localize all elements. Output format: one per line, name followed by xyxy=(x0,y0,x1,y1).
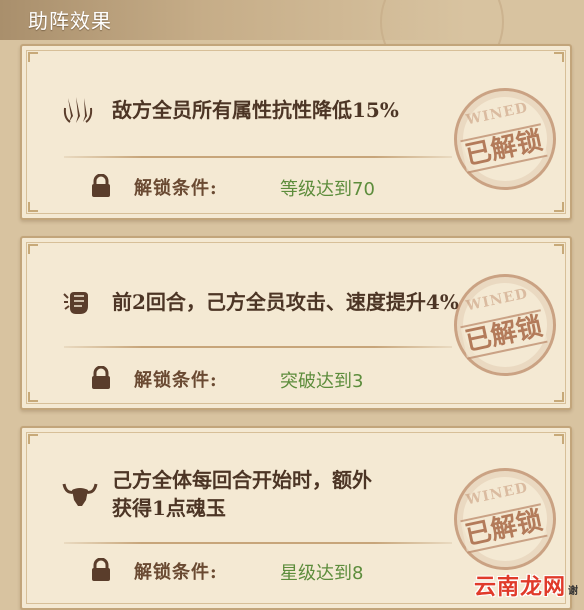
divider xyxy=(64,156,452,158)
unlocked-stamp: WINED 已解锁 xyxy=(444,78,566,200)
card-corner xyxy=(554,202,564,212)
watermark-small-text: 谢 xyxy=(568,586,578,597)
divider xyxy=(64,542,452,544)
unlock-condition-value: 星级达到8 xyxy=(280,563,364,584)
effect-description-line-2: 获得1点魂玉 xyxy=(112,496,226,520)
card-corner xyxy=(28,244,38,254)
stamp-unlocked-text: 已解锁 xyxy=(460,309,548,360)
fist-icon xyxy=(63,292,88,314)
effect-description: 敌方全员所有属性抗性降低15% xyxy=(112,98,399,122)
watermark-text: 云南龙网 xyxy=(473,575,566,600)
unlock-condition-label: 解锁条件: xyxy=(134,178,218,199)
lock-icon xyxy=(92,174,110,197)
horned-skull-icon xyxy=(62,483,98,506)
unlock-condition-label: 解锁条件: xyxy=(134,370,218,391)
stamp-unlocked-text: 已解锁 xyxy=(460,123,548,174)
card-corner xyxy=(28,202,38,212)
effect-description: 前2回合，己方全员攻击、速度提升4% xyxy=(112,290,459,314)
site-watermark: 云南龙网谢 xyxy=(474,569,578,601)
support-effect-card-1: 敌方全员所有属性抗性降低15% 解锁条件: 等级达到70 WINED 已解锁 xyxy=(20,44,572,220)
stamp-english-text: WINED xyxy=(464,99,530,129)
stamp-english-text: WINED xyxy=(464,285,530,315)
card-corner xyxy=(28,392,38,402)
card-corner xyxy=(554,52,564,62)
effect-description-line-1: 己方全体每回合开始时，额外 xyxy=(112,468,372,492)
lock-icon xyxy=(92,366,110,389)
unlock-condition-label: 解锁条件: xyxy=(134,562,218,583)
claw-mark-icon xyxy=(63,97,93,123)
card-corner xyxy=(554,244,564,254)
stamp-unlocked-text: 已解锁 xyxy=(460,503,548,554)
unlocked-stamp: WINED 已解锁 xyxy=(444,264,566,386)
unlock-condition-value: 等级达到70 xyxy=(280,179,375,200)
stamp-english-text: WINED xyxy=(464,479,530,509)
card-corner xyxy=(554,434,564,444)
unlock-condition-value: 突破达到3 xyxy=(280,371,364,392)
card-corner xyxy=(28,52,38,62)
section-title: 助阵效果 xyxy=(28,9,112,33)
card-corner xyxy=(554,392,564,402)
support-effect-card-2: 前2回合，己方全员攻击、速度提升4% 解锁条件: 突破达到3 WINED 已解锁 xyxy=(20,236,572,410)
card-corner xyxy=(28,434,38,444)
lock-icon xyxy=(92,558,110,581)
unlocked-stamp: WINED 已解锁 xyxy=(444,458,566,580)
section-header: 助阵效果 xyxy=(0,0,584,40)
divider xyxy=(64,346,452,348)
